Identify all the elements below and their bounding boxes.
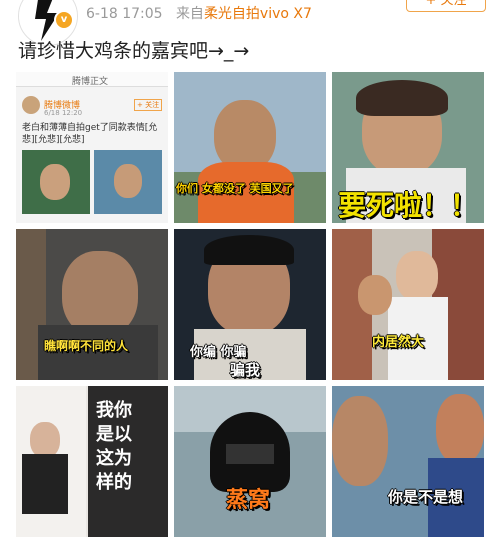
image-caption-line-4: 样的 — [96, 472, 132, 493]
image-tile-3[interactable]: 要死啦！！ — [332, 72, 484, 223]
mini-time: 6/18 12:20 — [44, 109, 83, 117]
follow-button-label: + 关注 — [425, 0, 467, 8]
source-prefix: 来自 — [175, 6, 204, 22]
image-tile-7[interactable]: 我你 是以 这为 样的 — [16, 386, 168, 537]
mini-photo-right — [94, 150, 162, 214]
post-text: 请珍惜大鸡条的嘉宾吧→_→ — [18, 40, 250, 62]
image-caption-top: 你编 你骗 — [190, 345, 247, 360]
mini-photo-left — [22, 150, 90, 214]
post-meta: 6-18 17:05 来自柔光自拍vivo X7 — [86, 3, 312, 23]
mini-follow: + 关注 — [134, 99, 163, 111]
image-tile-5[interactable]: 你编 你骗 骗我 — [174, 229, 326, 380]
mini-avatar — [22, 96, 40, 114]
image-tile-1[interactable]: 腾博正文 腾博微博 6/18 12:20 + 关注 老白和薄薄自拍get了同款表… — [16, 72, 168, 223]
verified-badge-icon: v — [54, 10, 74, 30]
image-caption-line-3: 这为 — [96, 448, 132, 469]
image-caption-line-1: 我你 — [96, 400, 132, 421]
image-tile-9[interactable]: 你是不是想 — [332, 386, 484, 537]
image-caption-line-2: 是以 — [96, 424, 132, 445]
image-tile-2[interactable]: 你们 女都没了 芙国又了 — [174, 72, 326, 223]
nav-title: 腾博正文 — [72, 77, 109, 87]
image-caption: 你们 女都没了 芙国又了 — [176, 182, 294, 195]
image-caption: 要死啦！！ — [338, 189, 479, 222]
image-caption-bottom: 骗我 — [230, 361, 261, 379]
post-timestamp: 6-18 17:05 — [86, 6, 163, 22]
image-tile-6[interactable]: 内居然大 — [332, 229, 484, 380]
mini-body-text: 老白和薄薄自拍get了同款表情[允悲][允悲][允悲] — [22, 123, 158, 145]
image-caption: 瞧啊啊不同的人 — [44, 339, 129, 353]
follow-button[interactable]: + 关注 — [406, 0, 486, 12]
image-tile-4[interactable]: 瞧啊啊不同的人 — [16, 229, 168, 380]
image-caption: 蒸窝 — [226, 488, 271, 513]
source-device-link[interactable]: 柔光自拍vivo X7 — [204, 6, 312, 22]
image-tile-8[interactable]: 蒸窝 — [174, 386, 326, 537]
image-caption: 内居然大 — [372, 335, 425, 350]
image-caption: 你是不是想 — [388, 488, 464, 506]
